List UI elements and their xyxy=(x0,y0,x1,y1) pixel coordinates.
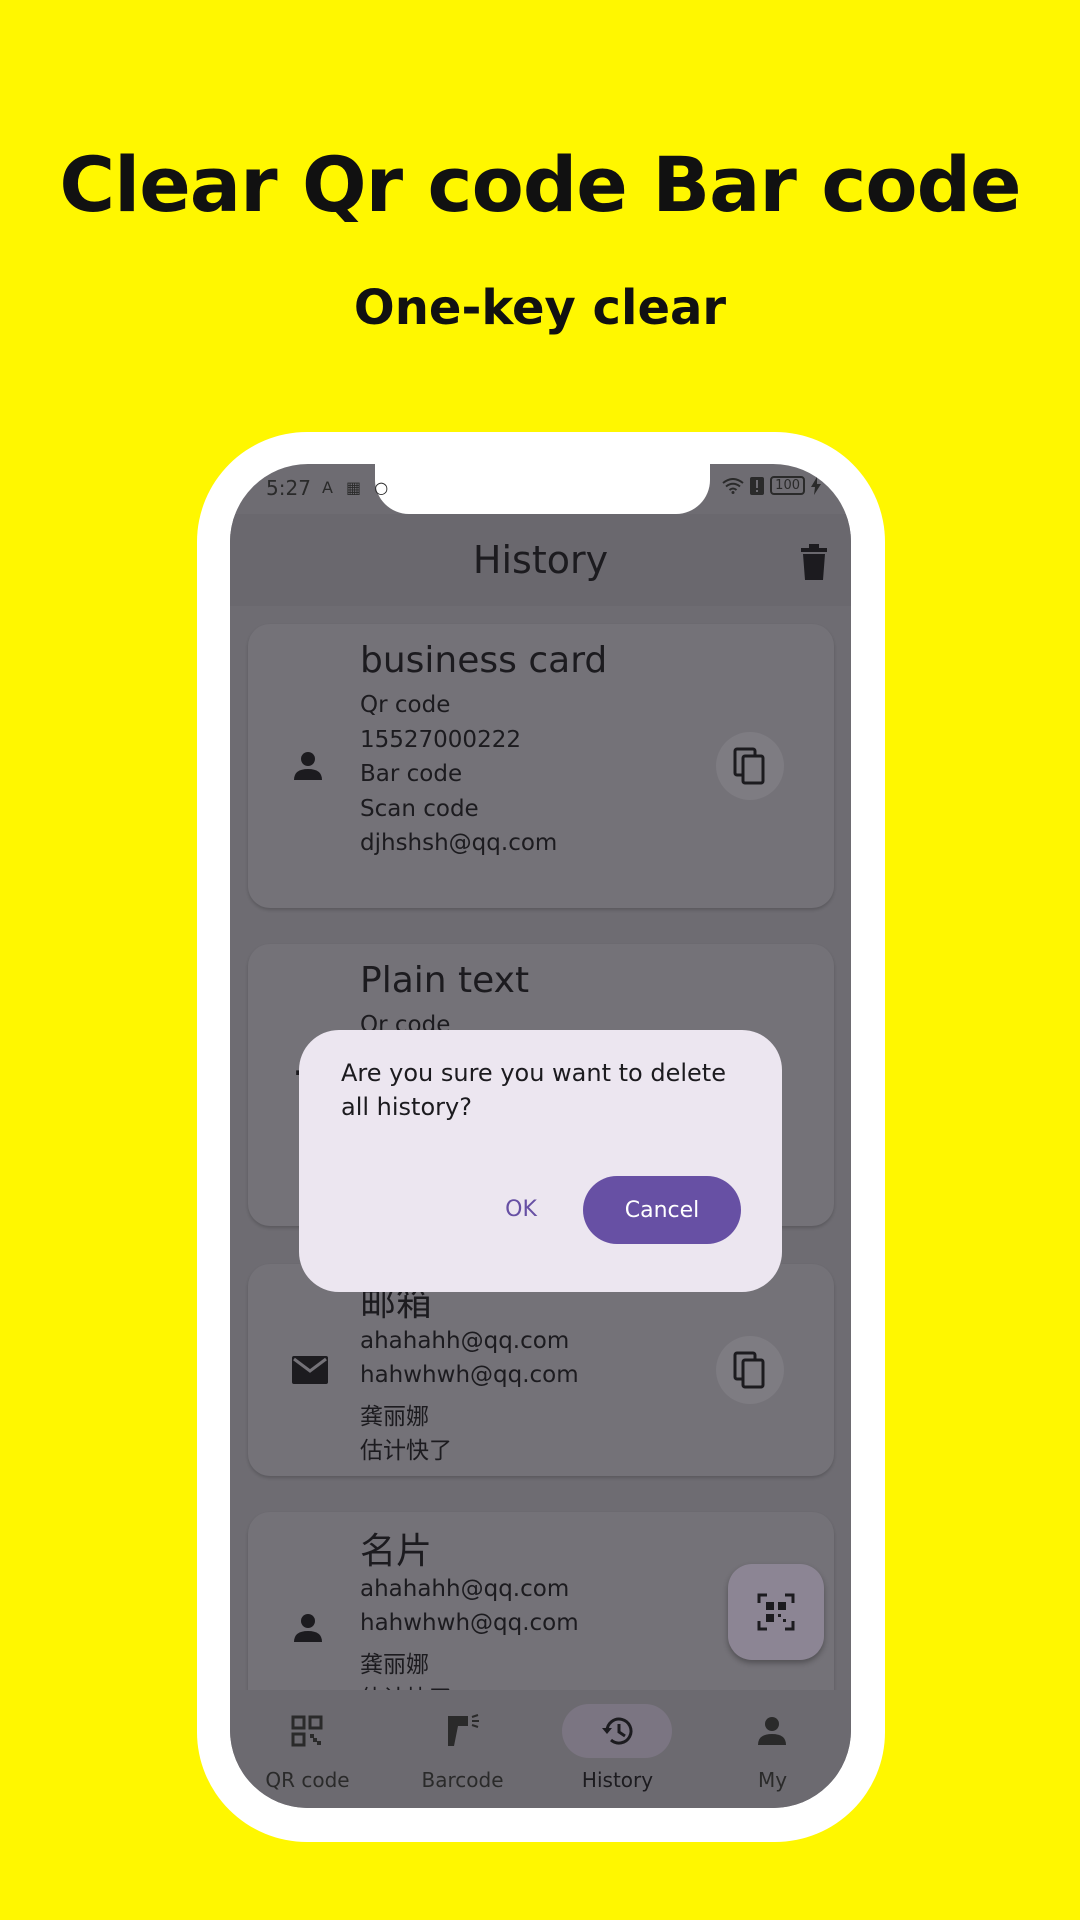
phone-screen: 5:27 A ▦ ○ 100 History business card Qr … xyxy=(230,464,851,1808)
ok-button[interactable]: OK xyxy=(481,1176,561,1242)
promo-subline: One-key clear xyxy=(353,280,727,336)
cancel-button[interactable]: Cancel xyxy=(583,1176,741,1244)
confirm-dialog: Are you sure you want to delete all hist… xyxy=(299,1030,782,1292)
promo-headline: Clear Qr code Bar code xyxy=(59,140,1021,229)
dialog-message: Are you sure you want to delete all hist… xyxy=(341,1059,726,1121)
